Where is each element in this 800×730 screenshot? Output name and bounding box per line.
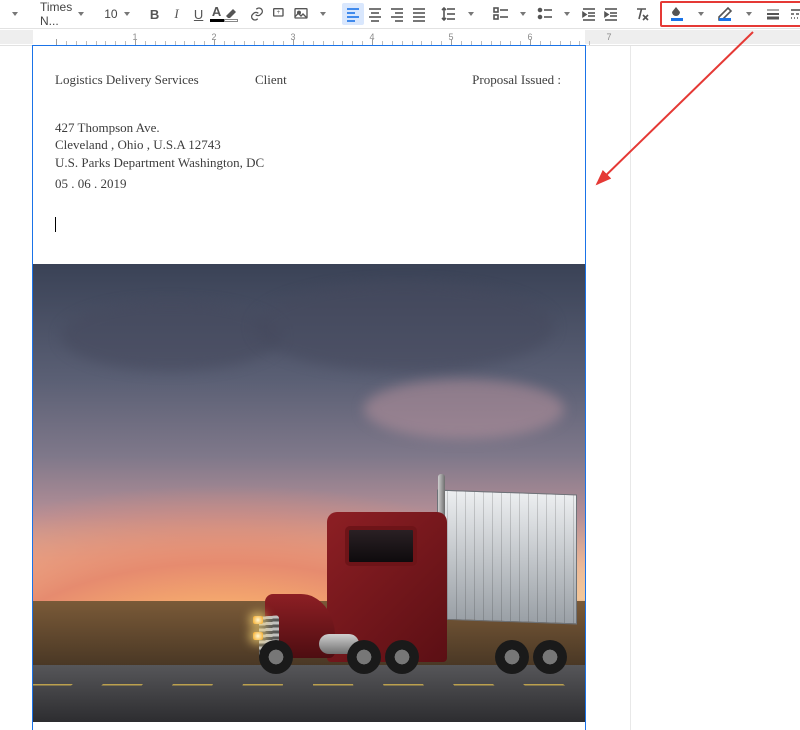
underline-button[interactable]: U: [188, 3, 210, 25]
border-color-dropdown[interactable]: [738, 3, 760, 25]
header-row: Logistics Delivery Services Client Propo…: [55, 71, 563, 89]
insert-image-dropdown[interactable]: [312, 3, 334, 25]
header-col-client: Client: [255, 71, 405, 89]
font-family-label: Times N...: [40, 0, 72, 28]
align-justify-button[interactable]: [408, 3, 430, 25]
increase-indent-button[interactable]: [600, 3, 622, 25]
text-cursor: [55, 217, 56, 232]
fill-color-dropdown[interactable]: [690, 3, 712, 25]
border-width-button[interactable]: [762, 3, 784, 25]
clear-formatting-button[interactable]: [630, 3, 652, 25]
align-left-button[interactable]: [342, 3, 364, 25]
address-line: U.S. Parks Department Washington, DC: [55, 154, 563, 172]
bulleted-list-dropdown[interactable]: [556, 3, 578, 25]
canvas-gutter: [630, 46, 800, 730]
insert-link-button[interactable]: [246, 3, 268, 25]
styles-dropdown[interactable]: [4, 3, 26, 25]
svg-text:+: +: [276, 10, 280, 16]
fill-color-button[interactable]: [666, 3, 688, 25]
checklist-dropdown[interactable]: [512, 3, 534, 25]
border-dash-button[interactable]: [786, 3, 800, 25]
horizontal-ruler[interactable]: 1234567: [0, 28, 800, 46]
header-col-issued: Proposal Issued :: [405, 71, 563, 89]
font-size-value: 10: [104, 7, 117, 21]
document-body[interactable]: Logistics Delivery Services Client Propo…: [33, 46, 585, 232]
document-page[interactable]: Logistics Delivery Services Client Propo…: [33, 46, 585, 730]
line-spacing-button[interactable]: [438, 3, 460, 25]
insert-image-button[interactable]: [290, 3, 312, 25]
hero-image[interactable]: [33, 264, 585, 722]
ruler-number: 7: [606, 32, 611, 42]
text-color-button[interactable]: A: [210, 3, 224, 25]
highlight-color-button[interactable]: [224, 3, 238, 25]
align-right-button[interactable]: [386, 3, 408, 25]
font-family-selector[interactable]: Times N...: [34, 3, 90, 25]
truck-illustration: [257, 472, 577, 682]
address-date: 05 . 06 . 2019: [55, 175, 563, 193]
border-color-button[interactable]: [714, 3, 736, 25]
address-block: 427 Thompson Ave. Cleveland , Ohio , U.S…: [55, 119, 563, 193]
bulleted-list-button[interactable]: [534, 3, 556, 25]
document-canvas: Logistics Delivery Services Client Propo…: [0, 46, 800, 730]
insert-comment-button[interactable]: +: [268, 3, 290, 25]
highlighter-icon: [224, 7, 238, 18]
cell-format-group-highlight: [660, 1, 800, 27]
address-line: Cleveland , Ohio , U.S.A 12743: [55, 136, 563, 154]
address-line: 427 Thompson Ave.: [55, 119, 563, 137]
bold-button[interactable]: B: [144, 3, 166, 25]
header-col-service: Logistics Delivery Services: [55, 71, 255, 89]
align-center-button[interactable]: [364, 3, 386, 25]
line-spacing-dropdown[interactable]: [460, 3, 482, 25]
formatting-toolbar: Times N... 10 B I U A +: [0, 0, 800, 28]
decrease-indent-button[interactable]: [578, 3, 600, 25]
font-size-selector[interactable]: 10: [98, 3, 135, 25]
checklist-button[interactable]: [490, 3, 512, 25]
italic-button[interactable]: I: [166, 3, 188, 25]
